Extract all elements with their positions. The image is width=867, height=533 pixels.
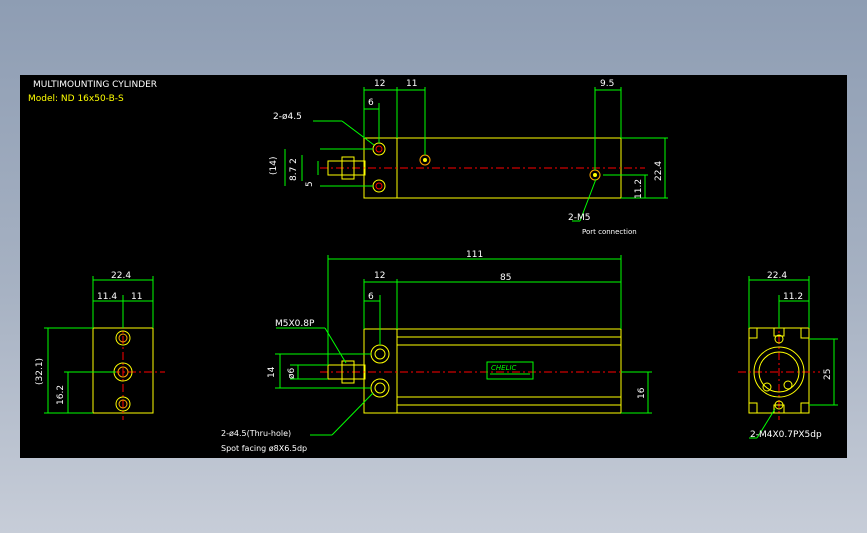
front-view-hole-lower bbox=[370, 378, 390, 398]
nameplate-text: CHELIC bbox=[491, 364, 517, 372]
right-view-tap-hole-1 bbox=[762, 382, 772, 392]
right-dim-22-4: 22.4 bbox=[767, 271, 787, 281]
top-view-hole-upper-inner bbox=[375, 145, 383, 153]
top-dim-11: 11 bbox=[406, 79, 417, 89]
front-counterbore-note: Spot facing ø8X6.5dp bbox=[221, 444, 307, 453]
model-number: Model: ND 16x50-B-S bbox=[28, 94, 124, 104]
top-port-note: Port connection bbox=[582, 228, 637, 236]
top-hole-callout: 2-ø4.5 bbox=[273, 112, 302, 122]
right-dim-25: 25 bbox=[823, 369, 833, 380]
right-view-notch-4 bbox=[800, 402, 810, 414]
top-view-hole-lower bbox=[372, 179, 386, 193]
right-end-view: 22.4 11.2 25 2-M4X0.7PX5dp bbox=[738, 271, 838, 440]
top-view-hole-lower-inner bbox=[375, 182, 383, 190]
front-thread-callout: M5X0.8P bbox=[275, 319, 315, 329]
top-dim-22-4: 22.4 bbox=[654, 161, 664, 181]
right-view-notch-1 bbox=[748, 327, 758, 339]
right-view-tap-hole-2 bbox=[783, 380, 793, 390]
front-dim-111: 111 bbox=[466, 250, 483, 260]
top-dim-14: (14) bbox=[269, 157, 279, 175]
left-end-view: 22.4 11.4 11 (32.1) 16.2 bbox=[35, 271, 165, 420]
top-dim-6: 6 bbox=[368, 98, 374, 108]
front-dim-16: 16 bbox=[637, 387, 647, 399]
cad-drawing-canvas: MULTIMOUNTING CYLINDER Model: ND 16x50-B… bbox=[20, 75, 847, 458]
top-dim-5: 5 bbox=[305, 181, 315, 187]
front-view-hole-upper-inner bbox=[374, 348, 386, 360]
top-view: 12 11 9.5 6 2-ø4.5 2-M5 Port connection … bbox=[269, 79, 668, 236]
front-dim-6: 6 bbox=[368, 292, 374, 302]
left-dim-16-2: 16.2 bbox=[56, 385, 66, 405]
top-view-dimensions bbox=[284, 87, 668, 222]
right-dim-11-2: 11.2 bbox=[783, 292, 803, 302]
right-tap-callout: 2-M4X0.7PX5dp bbox=[750, 430, 822, 440]
top-dim-9-5: 9.5 bbox=[600, 79, 614, 89]
front-view-hole-lower-inner bbox=[374, 382, 386, 394]
top-dim-8-7-2: 8.7 2 bbox=[289, 158, 299, 181]
front-dim-14: 14 bbox=[267, 366, 277, 378]
top-port-callout: 2-M5 bbox=[568, 213, 590, 223]
front-dim-phi6: ø6 bbox=[287, 367, 297, 379]
front-dim-85: 85 bbox=[500, 273, 511, 283]
front-dim-12: 12 bbox=[374, 271, 385, 281]
right-view-notch-2 bbox=[800, 327, 810, 339]
left-dim-11-4: 11.4 bbox=[97, 292, 117, 302]
top-dim-12: 12 bbox=[374, 79, 385, 89]
left-dim-11: 11 bbox=[131, 292, 142, 302]
top-view-port-left-core bbox=[423, 158, 427, 162]
front-view: CHELIC 111 12 85 6 M5X0.8P 14 ø6 16 2-ø4… bbox=[221, 250, 652, 453]
left-dim-32-1: (32.1) bbox=[35, 358, 45, 385]
right-view-notch-3 bbox=[748, 402, 758, 414]
drawing-title: MULTIMOUNTING CYLINDER bbox=[33, 80, 157, 90]
top-dim-11-2: 11.2 bbox=[634, 179, 644, 199]
front-view-hole-upper bbox=[370, 344, 390, 364]
left-dim-22-4: 22.4 bbox=[111, 271, 131, 281]
top-view-port-right-core bbox=[593, 173, 597, 177]
cad-drawing: MULTIMOUNTING CYLINDER Model: ND 16x50-B… bbox=[28, 79, 838, 453]
top-view-hole-upper bbox=[372, 142, 386, 156]
front-hole-callout: 2-ø4.5(Thru-hole) bbox=[221, 429, 291, 438]
